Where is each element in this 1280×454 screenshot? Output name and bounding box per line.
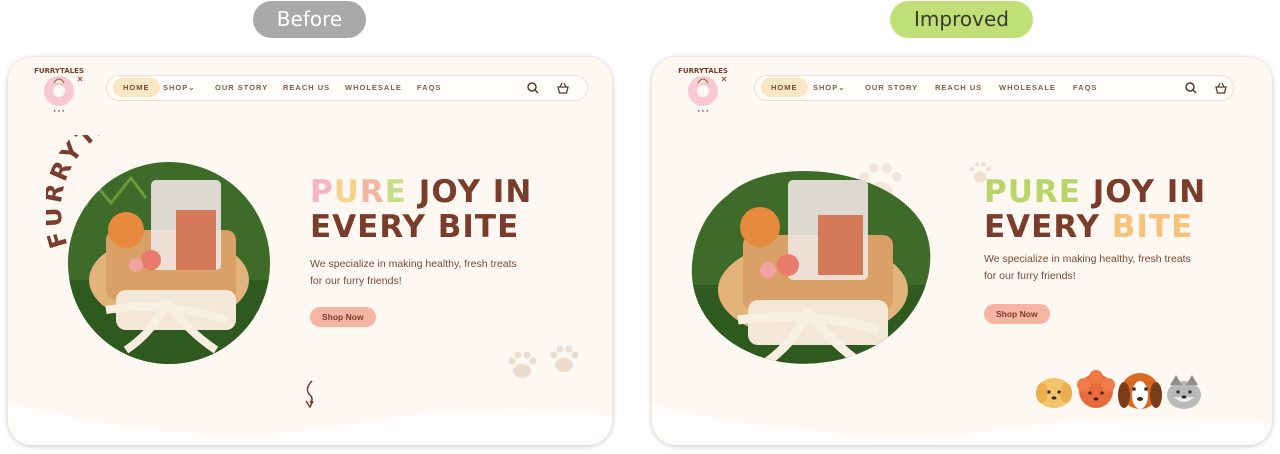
- brand-logo[interactable]: FURRYTALES ★ ★ ★: [674, 63, 732, 113]
- nav-our-story[interactable]: OUR STORY: [215, 79, 268, 97]
- chevron-down-icon: ⌄: [838, 83, 846, 92]
- hero-title: PURE JOY IN EVERY BITE: [310, 175, 532, 245]
- hero-title: PURE JOY IN EVERY BITE: [984, 175, 1206, 245]
- svg-text:FURRYTALES: FURRYTALES: [34, 67, 84, 75]
- red-poodle-icon: [1077, 370, 1115, 408]
- nav-reach-us[interactable]: REACH US: [283, 79, 330, 97]
- paw-prints-icon: [508, 345, 579, 378]
- nav-shop[interactable]: SHOP⌄: [163, 79, 196, 97]
- nav-faqs[interactable]: FAQS: [417, 79, 441, 97]
- dog-illustrations: [1036, 370, 1201, 409]
- svg-text:★ ★ ★: ★ ★ ★: [53, 109, 65, 113]
- chevron-down-icon: ⌄: [188, 83, 196, 92]
- search-icon[interactable]: [525, 80, 541, 96]
- scroll-down-arrow-icon[interactable]: [302, 379, 318, 409]
- improved-label: Improved: [890, 1, 1033, 38]
- brand-logo[interactable]: FURRYTALES ★ ★ ★: [30, 63, 88, 113]
- improved-screenshot: FURRYTALES ★ ★ ★ HOME SHOP⌄ OUR STORY RE…: [652, 57, 1272, 445]
- hero-title-line-1: PURE JOY IN: [984, 174, 1207, 210]
- nav-shop[interactable]: SHOP⌄: [813, 79, 846, 97]
- before-label: Before: [253, 1, 366, 38]
- hero-title-line-2: EVERY BITE: [984, 209, 1194, 245]
- nav-home[interactable]: HOME: [113, 78, 160, 97]
- search-icon[interactable]: [1183, 80, 1199, 96]
- hero-treats-photo: [691, 171, 931, 364]
- hero-title-line-1: PURE JOY IN: [310, 174, 533, 210]
- comparison-stage: Before Improved FURRYTALES ★ ★ ★ HOME SH…: [0, 0, 1280, 454]
- svg-text:★ ★ ★: ★ ★ ★: [697, 109, 709, 113]
- main-navbar: HOME SHOP⌄ OUR STORY REACH US WHOLESALE …: [754, 75, 1234, 101]
- nav-home[interactable]: HOME: [761, 78, 808, 97]
- nav-faqs[interactable]: FAQS: [1073, 79, 1097, 97]
- hero-subtitle-line-1: We specialize in making healthy, fresh t…: [310, 258, 517, 270]
- nav-wholesale[interactable]: WHOLESALE: [345, 79, 402, 97]
- shop-now-button[interactable]: Shop Now: [984, 304, 1050, 324]
- nav-wholesale[interactable]: WHOLESALE: [999, 79, 1056, 97]
- hero-subtitle-line-2: for our furry friends!: [310, 275, 402, 287]
- golden-dog-icon: [1036, 378, 1072, 408]
- hero-treats-photo: [68, 162, 270, 364]
- hero-subtitle: We specialize in making healthy, fresh t…: [310, 256, 530, 290]
- main-navbar: HOME SHOP⌄ OUR STORY REACH US WHOLESALE …: [106, 75, 588, 101]
- hero-subtitle-line-2: for our furry friends!: [984, 270, 1076, 282]
- beagle-icon: [1118, 373, 1162, 409]
- shop-now-button[interactable]: Shop Now: [310, 307, 376, 327]
- nav-reach-us[interactable]: REACH US: [935, 79, 982, 97]
- before-screenshot: FURRYTALES ★ ★ ★ HOME SHOP⌄ OUR STORY RE…: [8, 57, 612, 445]
- nav-our-story[interactable]: OUR STORY: [865, 79, 918, 97]
- hero-subtitle: We specialize in making healthy, fresh t…: [984, 251, 1204, 285]
- hero-subtitle-line-1: We specialize in making healthy, fresh t…: [984, 253, 1191, 265]
- grey-schnauzer-icon: [1167, 375, 1201, 409]
- hero-title-line-2: EVERY BITE: [310, 209, 520, 245]
- svg-text:FURRYTALES: FURRYTALES: [678, 67, 728, 75]
- basket-icon[interactable]: [1213, 80, 1229, 96]
- basket-icon[interactable]: [555, 80, 571, 96]
